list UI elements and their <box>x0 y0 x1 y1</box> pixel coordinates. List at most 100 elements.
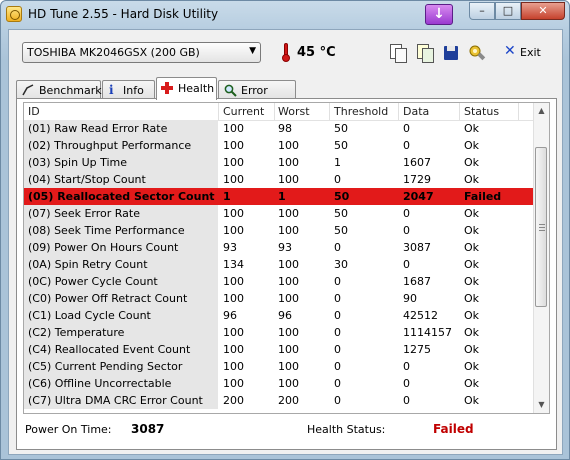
tab-health[interactable]: Health <box>156 77 217 100</box>
save-button[interactable] <box>440 42 462 64</box>
column-header-threshold[interactable]: Threshold <box>334 105 388 118</box>
column-header-worst[interactable]: Worst <box>278 105 310 118</box>
cell-data: 1607 <box>403 156 431 169</box>
chevron-down-icon: ▼ <box>249 46 256 56</box>
cell-threshold: 0 <box>334 241 341 254</box>
cell-data: 3087 <box>403 241 431 254</box>
cell-current: 100 <box>223 360 244 373</box>
table-row[interactable]: (04) Start/Stop Count 100 100 0 1729 Ok <box>24 171 534 188</box>
smart-table[interactable]: ID Current Worst Threshold Data Status (… <box>23 102 550 414</box>
table-row-failed[interactable]: (05) Reallocated Sector Count 1 1 50 2047 Fai… <box>24 188 534 205</box>
scrollbar-thumb[interactable] <box>535 147 547 307</box>
tab-error-scan[interactable]: Error Scan <box>218 80 296 110</box>
cell-threshold: 0 <box>334 173 341 186</box>
cell-status: Ok <box>464 139 480 152</box>
cell-worst: 100 <box>278 343 299 356</box>
cell-data: 1114157 <box>403 326 452 339</box>
table-row[interactable]: (C6) Offline Uncorrectable 100 100 0 0 Ok <box>24 375 534 392</box>
cell-worst: 100 <box>278 139 299 152</box>
minimize-button[interactable]: – <box>469 2 495 20</box>
cell-id: (01) Raw Read Error Rate <box>28 122 168 135</box>
cell-id: (C0) Power Off Retract Count <box>28 292 188 305</box>
cell-data: 1687 <box>403 275 431 288</box>
table-row[interactable]: (0A) Spin Retry Count 134 100 30 0 Ok <box>24 256 534 273</box>
cell-threshold: 50 <box>334 122 348 135</box>
table-row[interactable]: (03) Spin Up Time 100 100 1 1607 Ok <box>24 154 534 171</box>
app-window: HD Tune 2.55 - Hard Disk Utility ↓ – □ ✕… <box>0 0 570 460</box>
cell-threshold: 0 <box>334 275 341 288</box>
table-row[interactable]: (07) Seek Error Rate 100 100 50 0 Ok <box>24 205 534 222</box>
cell-id: (0A) Spin Retry Count <box>28 258 148 271</box>
cell-worst: 98 <box>278 122 292 135</box>
tab-label: Info <box>123 84 144 97</box>
table-row[interactable]: (C4) Reallocated Event Count 100 100 0 1275 O… <box>24 341 534 358</box>
cell-status: Ok <box>464 156 480 169</box>
scroll-down-icon[interactable]: ▼ <box>534 397 549 413</box>
cell-data: 1275 <box>403 343 431 356</box>
cell-worst: 96 <box>278 309 292 322</box>
table-row[interactable]: (01) Raw Read Error Rate 100 98 50 0 Ok <box>24 120 534 137</box>
table-row[interactable]: (C1) Load Cycle Count 96 96 0 42512 Ok <box>24 307 534 324</box>
table-row[interactable]: (09) Power On Hours Count 93 93 0 3087 Ok <box>24 239 534 256</box>
cell-current: 100 <box>223 173 244 186</box>
column-header-id[interactable]: ID <box>28 105 40 118</box>
cell-threshold: 50 <box>334 139 348 152</box>
table-row[interactable]: (C7) Ultra DMA CRC Error Count 200 200 0 0 Ok <box>24 392 534 409</box>
table-row[interactable]: (02) Throughput Performance 100 100 50 0 Ok <box>24 137 534 154</box>
cell-status: Failed <box>464 190 502 203</box>
cell-id: (09) Power On Hours Count <box>28 241 179 254</box>
tab-benchmark[interactable]: Benchmark <box>16 80 102 99</box>
cell-worst: 100 <box>278 326 299 339</box>
column-header-data[interactable]: Data <box>403 105 429 118</box>
table-row[interactable]: (08) Seek Time Performance 100 100 50 0 Ok <box>24 222 534 239</box>
vertical-scrollbar[interactable]: ▲ ▼ <box>533 103 549 413</box>
cell-threshold: 0 <box>334 394 341 407</box>
cell-data: 0 <box>403 122 410 135</box>
cell-worst: 100 <box>278 377 299 390</box>
scroll-up-icon[interactable]: ▲ <box>534 103 549 119</box>
cell-current: 100 <box>223 275 244 288</box>
table-row[interactable]: (C0) Power Off Retract Count 100 100 0 90 Ok <box>24 290 534 307</box>
table-row[interactable]: (C2) Temperature 100 100 0 1114157 Ok <box>24 324 534 341</box>
options-button[interactable] <box>466 42 488 64</box>
health-status-value: Failed <box>433 422 474 436</box>
copy-text-button[interactable] <box>387 42 409 64</box>
cell-id: (05) Reallocated Sector Count <box>28 190 215 203</box>
temperature-value: 45 °C <box>297 45 336 60</box>
magnifier-icon <box>224 84 237 97</box>
window-title: HD Tune 2.55 - Hard Disk Utility <box>28 7 219 21</box>
info-icon: i <box>109 83 114 97</box>
status-line: Power On Time: 3087 Health Status: Faile… <box>17 421 558 441</box>
cell-current: 200 <box>223 394 244 407</box>
table-row[interactable]: (0C) Power Cycle Count 100 100 0 1687 Ok <box>24 273 534 290</box>
caption-buttons: – □ ✕ <box>469 2 565 22</box>
column-header-status[interactable]: Status <box>464 105 499 118</box>
close-button[interactable]: ✕ <box>521 2 565 20</box>
cell-threshold: 0 <box>334 292 341 305</box>
cell-status: Ok <box>464 224 480 237</box>
cell-worst: 100 <box>278 275 299 288</box>
column-header-current[interactable]: Current <box>223 105 264 118</box>
cell-current: 100 <box>223 343 244 356</box>
health-cross-icon <box>161 82 173 94</box>
drive-select[interactable]: TOSHIBA MK2046GSX (200 GB) ▼ <box>22 42 261 63</box>
download-arrow-icon[interactable]: ↓ <box>425 4 453 25</box>
title-bar[interactable]: HD Tune 2.55 - Hard Disk Utility ↓ – □ ✕ <box>1 1 569 29</box>
maximize-button[interactable]: □ <box>495 2 521 20</box>
copy-screenshot-button[interactable] <box>414 42 436 64</box>
cell-id: (08) Seek Time Performance <box>28 224 185 237</box>
table-row[interactable]: (C5) Current Pending Sector 100 100 0 0 Ok <box>24 358 534 375</box>
cell-status: Ok <box>464 122 480 135</box>
tab-info[interactable]: i Info <box>102 80 155 99</box>
cell-worst: 100 <box>278 156 299 169</box>
cell-threshold: 50 <box>334 207 348 220</box>
cell-data: 42512 <box>403 309 438 322</box>
thermometer-icon <box>282 43 290 62</box>
client-area: TOSHIBA MK2046GSX (200 GB) ▼ 45 °C ✕ Exi… <box>8 29 563 455</box>
cell-status: Ok <box>464 309 480 322</box>
cell-worst: 93 <box>278 241 292 254</box>
exit-icon: ✕ <box>504 43 516 59</box>
cell-id: (04) Start/Stop Count <box>28 173 146 186</box>
power-on-time-label: Power On Time: <box>25 423 112 436</box>
cell-status: Ok <box>464 275 480 288</box>
